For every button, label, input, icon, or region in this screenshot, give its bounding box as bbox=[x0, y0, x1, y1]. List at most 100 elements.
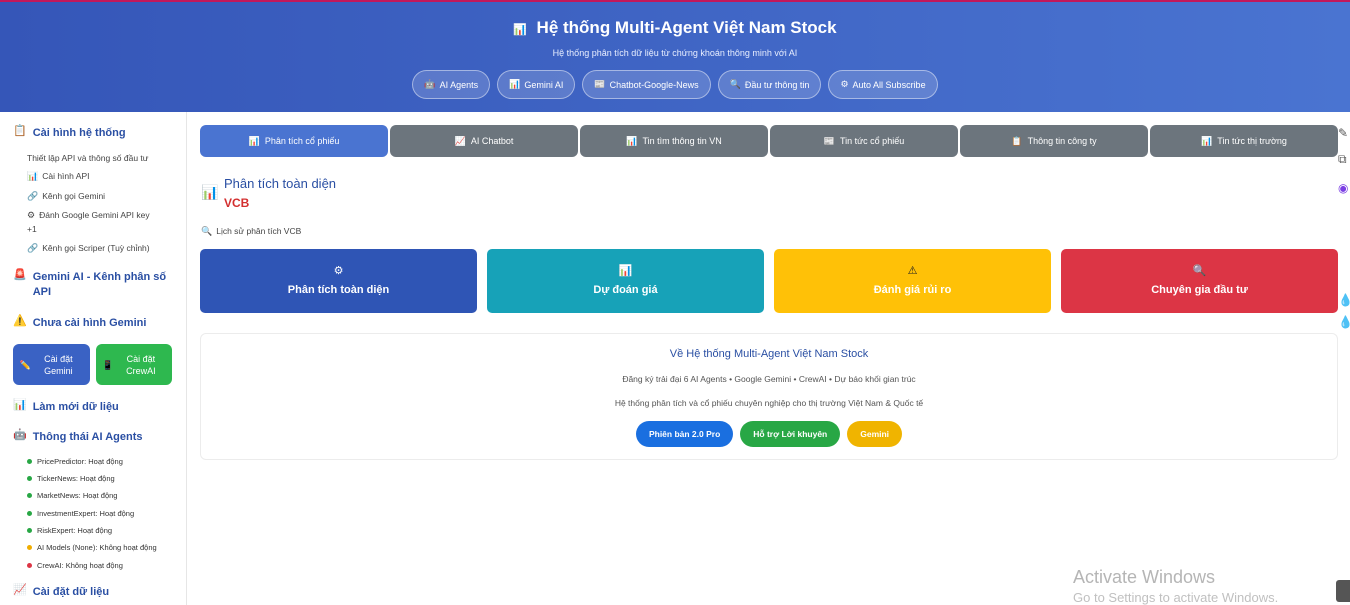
extension-icon[interactable]: ⧉ bbox=[1338, 152, 1350, 168]
sidebar: 📋 Cài hình hệ thống Thiết lập API và thô… bbox=[0, 112, 187, 605]
analysis-history-label: Lịch sử phân tích VCB bbox=[216, 226, 302, 236]
tab-label: AI Chatbot bbox=[470, 136, 514, 146]
nav-label: AI Agents bbox=[439, 79, 479, 90]
agent-status-text: PricePredictor: Hoạt động bbox=[37, 457, 123, 466]
sidebar-data-settings[interactable]: 📈 Cài đặt dữ liệu bbox=[13, 585, 109, 600]
tab-company-info[interactable]: 📋 Thông tin công ty bbox=[960, 125, 1148, 157]
tab-stock-analysis[interactable]: 📊 Phân tích cổ phiếu bbox=[200, 125, 388, 157]
sidebar-config-more: +1 bbox=[27, 224, 37, 234]
risk-assessment-button[interactable]: ⚠ Đánh giá rủi ro bbox=[774, 249, 1051, 313]
pencil-icon: ✏️ bbox=[19, 359, 34, 370]
chart-icon: 📊 bbox=[513, 24, 528, 36]
sidebar-gemini-title: Gemini AI - Kênh phân số API bbox=[32, 271, 167, 298]
status-dot bbox=[27, 511, 32, 516]
sidebar-config-heading: 📋 Cài hình hệ thống bbox=[13, 126, 126, 141]
sidebar-item-scriper-channel[interactable]: 🔗 Kênh gọi Scriper (Tuỳ chỉnh) bbox=[27, 243, 150, 253]
status-dot bbox=[27, 545, 32, 550]
refresh-data-label: Làm mới dữ liệu bbox=[32, 401, 119, 413]
nav-chatbot-news-button[interactable]: 📰 Chatbot-Google-News bbox=[582, 70, 711, 99]
sidebar-item-label: Kênh gọi Gemini bbox=[42, 191, 106, 201]
sidebar-warning: ⚠️ Chưa cài hình Gemini bbox=[13, 316, 146, 331]
tab-market-news[interactable]: 📊 Tin tức thị trường bbox=[1150, 125, 1338, 157]
agent-status-row: CrewAI: Không hoạt động bbox=[27, 561, 123, 570]
sidebar-item-gemini-channel[interactable]: 🔗 Kênh gọi Gemini bbox=[27, 191, 105, 201]
clipboard-icon: 📋 bbox=[1011, 135, 1023, 146]
nav-label: Gemini AI bbox=[524, 79, 564, 90]
main-tabs: 📊 Phân tích cổ phiếu 📈 AI Chatbot 📊 Tin … bbox=[200, 125, 1338, 157]
page-subtitle: Hệ thống phân tích dữ liệu từ chứng khoá… bbox=[552, 48, 798, 58]
chart-up-icon: 📈 bbox=[13, 584, 27, 596]
warning-icon: ⚠️ bbox=[13, 315, 27, 327]
page-title: 📊 Hệ thống Multi-Agent Việt Nam Stock bbox=[0, 18, 1350, 38]
gear-icon: ⚙ bbox=[27, 209, 36, 220]
agent-status-text: CrewAI: Không hoạt động bbox=[37, 561, 123, 570]
nav-label: Auto All Subscribe bbox=[852, 79, 926, 90]
activation-watermark-title: Activate Windows bbox=[1073, 567, 1216, 587]
section-title: Phân tích toàn diện bbox=[224, 176, 337, 191]
setup-crewai-button[interactable]: 📱 Cài đặt CrewAI bbox=[96, 344, 172, 385]
nav-gemini-ai-button[interactable]: 📊 Gemini AI bbox=[497, 70, 576, 99]
nav-auto-subscribe-button[interactable]: ⚙ Auto All Subscribe bbox=[828, 70, 938, 99]
about-features: Đăng ký trải đại 6 AI Agents • Google Ge… bbox=[622, 374, 916, 384]
sidebar-gemini-heading: 🚨 Gemini AI - Kênh phân số API bbox=[13, 270, 178, 300]
page-title-text: Hệ thống Multi-Agent Việt Nam Stock bbox=[536, 18, 837, 37]
version-badge: Phiên bản 2.0 Pro bbox=[635, 421, 734, 447]
tab-label: Tin tức thị trường bbox=[1217, 136, 1287, 146]
chart-icon: 📊 bbox=[27, 170, 39, 181]
tab-label: Tin tìm thông tin VN bbox=[642, 136, 722, 146]
warning-icon: ⚠ bbox=[907, 265, 918, 277]
sidebar-warning-text: Chưa cài hình Gemini bbox=[32, 317, 147, 329]
agent-status-text: TickerNews: Hoạt động bbox=[37, 474, 115, 483]
sidebar-item-label: Cài hình API bbox=[42, 171, 90, 181]
chart-icon: 📊 bbox=[201, 184, 219, 200]
tab-label: Tin tức cổ phiếu bbox=[839, 136, 905, 146]
tab-label: Thông tin công ty bbox=[1027, 136, 1097, 146]
sidebar-item-label: Đánh Google Gemini API key bbox=[39, 210, 150, 220]
sidebar-agents-title: Thông thái AI Agents bbox=[32, 431, 143, 443]
search-icon: 🔍 bbox=[201, 225, 213, 236]
status-dot bbox=[27, 493, 32, 498]
agent-status-text: RiskExpert: Hoạt động bbox=[37, 526, 113, 535]
search-icon: 🔍 bbox=[1192, 265, 1207, 277]
price-prediction-button[interactable]: 📊 Dự đoán giá bbox=[487, 249, 764, 313]
comprehensive-analysis-button[interactable]: ⚙ Phân tích toàn diện bbox=[200, 249, 477, 313]
sidebar-item-api-config[interactable]: 📊 Cài hình API bbox=[27, 171, 89, 181]
link-icon: 🔗 bbox=[27, 242, 39, 253]
nav-ai-agents-button[interactable]: 🤖 AI Agents bbox=[412, 70, 491, 99]
agent-status-text: MarketNews: Hoạt động bbox=[37, 491, 118, 500]
investment-expert-button[interactable]: 🔍 Chuyên gia đầu tư bbox=[1061, 249, 1338, 313]
newspaper-icon: 📰 bbox=[594, 79, 606, 89]
sidebar-config-title: Cài hình hệ thống bbox=[32, 127, 126, 139]
status-dot bbox=[27, 563, 32, 568]
agent-status-row: PricePredictor: Hoạt động bbox=[27, 457, 123, 466]
card-label: Chuyên gia đầu tư bbox=[1151, 284, 1248, 296]
sidebar-data-settings-label: Cài đặt dữ liệu bbox=[32, 586, 110, 598]
droplet-icon[interactable]: 💧 bbox=[1338, 315, 1350, 331]
sidebar-item-label: Kênh gọi Scriper (Tuỳ chỉnh) bbox=[42, 243, 150, 253]
newspaper-icon: 📰 bbox=[823, 135, 835, 146]
droplet-icon[interactable]: 💧 bbox=[1338, 293, 1350, 309]
assistant-icon[interactable]: ◉ bbox=[1338, 181, 1350, 197]
activation-watermark-text: Go to Settings to activate Windows. bbox=[1073, 590, 1279, 605]
tab-vn-info[interactable]: 📊 Tin tìm thông tin VN bbox=[580, 125, 768, 157]
search-icon: 🔍 bbox=[729, 79, 741, 89]
tab-stock-news[interactable]: 📰 Tin tức cổ phiếu bbox=[770, 125, 958, 157]
gemini-badge: Gemini bbox=[847, 421, 903, 447]
expand-icon[interactable] bbox=[1336, 580, 1350, 602]
status-dot bbox=[27, 459, 32, 464]
setup-gemini-button[interactable]: ✏️ Cài đặt Gemini bbox=[13, 344, 90, 385]
about-title: Về Hệ thống Multi-Agent Việt Nam Stock bbox=[669, 348, 869, 360]
nav-invest-info-button[interactable]: 🔍 Đầu tư thông tin bbox=[717, 70, 822, 99]
action-cards: ⚙ Phân tích toàn diện 📊 Dự đoán giá ⚠ Đá… bbox=[200, 249, 1338, 313]
agent-status-row: RiskExpert: Hoạt động bbox=[27, 526, 112, 535]
agent-status-text: AI Models (None): Không hoạt động bbox=[37, 543, 157, 552]
tab-ai-chatbot[interactable]: 📈 AI Chatbot bbox=[390, 125, 578, 157]
sidebar-item-gemini-key[interactable]: ⚙ Đánh Google Gemini API key bbox=[27, 210, 150, 220]
about-badges: Phiên bản 2.0 Pro Hỗ trợ Lời khuyên Gemi… bbox=[201, 421, 1337, 447]
agent-status-row: InvestmentExpert: Hoạt động bbox=[27, 509, 134, 518]
refresh-data-button[interactable]: 📊 Làm mới dữ liệu bbox=[13, 400, 119, 415]
chart-icon: 📊 bbox=[509, 79, 521, 89]
extension-icon[interactable]: ✎ bbox=[1338, 126, 1350, 142]
about-panel: Về Hệ thống Multi-Agent Việt Nam Stock Đ… bbox=[200, 333, 1338, 460]
analysis-history-link[interactable]: 🔍 Lịch sử phân tích VCB bbox=[201, 226, 301, 236]
